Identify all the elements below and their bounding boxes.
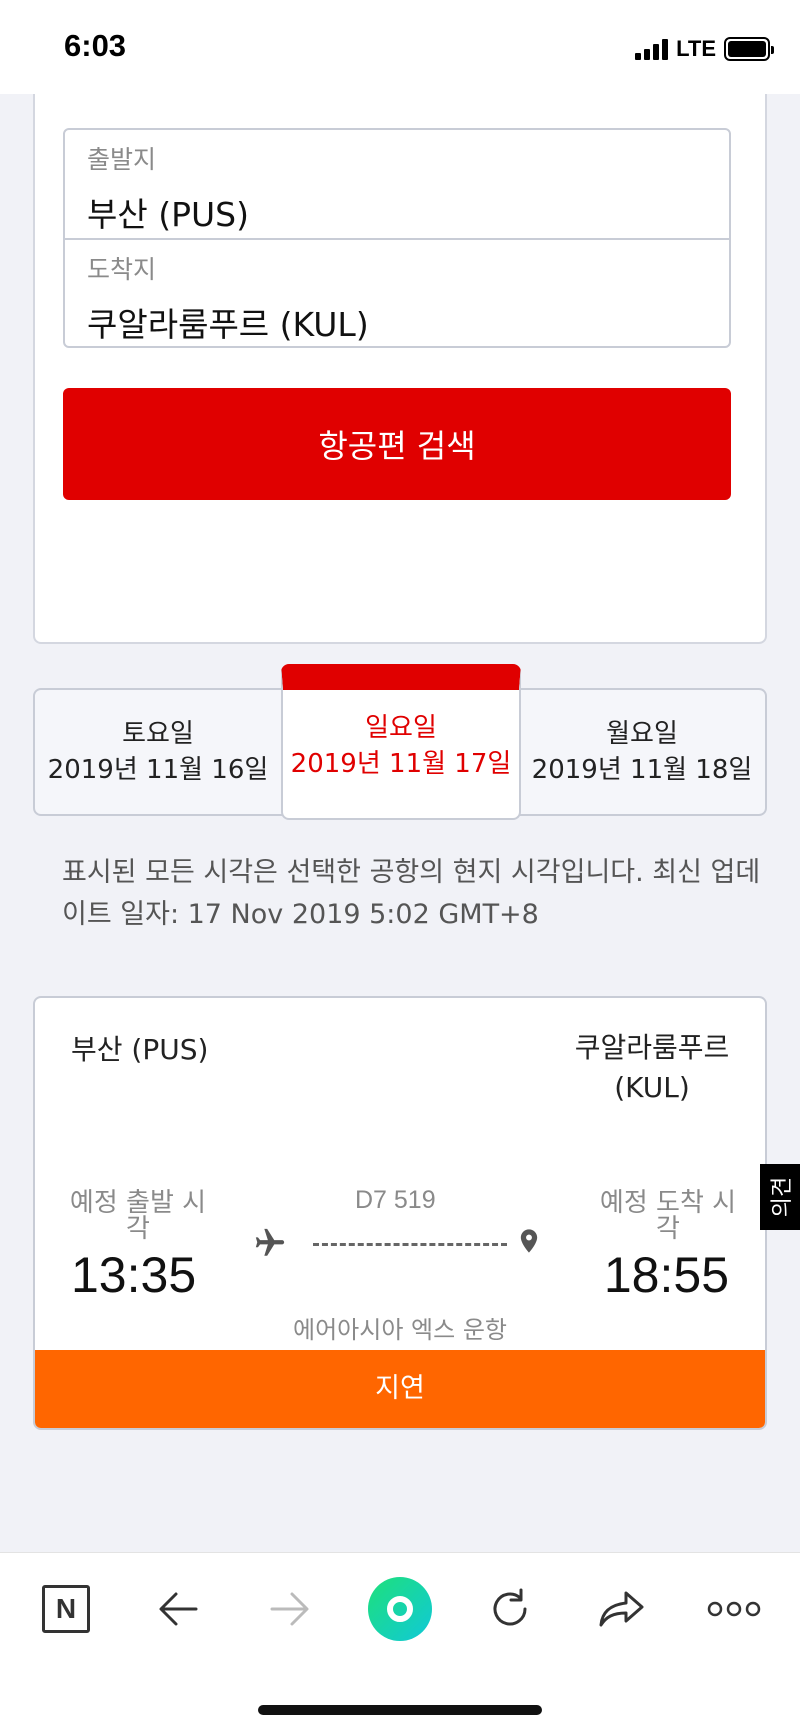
flight-number: D7 519 xyxy=(355,1186,436,1214)
destination-label: 도착지 xyxy=(87,255,157,284)
date-tabs: 토요일 2019년 11월 16일 일요일 2019년 11월 17일 월요일 … xyxy=(33,664,767,820)
share-icon xyxy=(599,1591,644,1627)
date-tab-sunday[interactable]: 일요일 2019년 11월 17일 xyxy=(281,664,521,820)
arrival-time: 18:55 xyxy=(603,1247,729,1303)
destination-value: 쿠알라룸푸르 (KUL) xyxy=(87,305,369,344)
forward-arrow-icon xyxy=(270,1592,309,1626)
flight-destination: 쿠알라룸푸르 (KUL) xyxy=(574,1031,730,1104)
date-tab-day: 일요일 xyxy=(365,713,437,743)
forward-button[interactable] xyxy=(250,1573,330,1645)
search-card: 출발지 부산 (PUS) 도착지 쿠알라룸푸르 (KUL) 항공편 검색 xyxy=(33,94,767,644)
naver-icon: N xyxy=(42,1585,90,1633)
arrival-label: 예정 도착 시각 xyxy=(599,1188,737,1244)
date-tab-monday[interactable]: 월요일 2019년 11월 18일 xyxy=(519,690,765,814)
flight-card[interactable]: 부산 (PUS) 쿠알라룸푸르 (KUL) 예정 출발 시각 예정 도착 시각 … xyxy=(33,996,767,1430)
feedback-tab[interactable]: 의견 xyxy=(760,1164,800,1230)
origin-label: 출발지 xyxy=(87,145,157,174)
route-dashes xyxy=(313,1243,507,1246)
destination-field[interactable]: 도착지 쿠알라룸푸르 (KUL) xyxy=(65,238,729,346)
departure-time: 13:35 xyxy=(71,1247,197,1303)
airplane-icon xyxy=(255,1228,285,1256)
local-time-notice: 표시된 모든 시각은 선택한 공항의 현지 시각입니다. 최신 업데이트 일자:… xyxy=(62,857,761,930)
flight-status: 지연 xyxy=(35,1350,765,1428)
date-tab-day: 월요일 xyxy=(606,719,678,749)
operator-text: 에어아시아 엑스 운항 xyxy=(293,1316,507,1344)
share-button[interactable] xyxy=(582,1573,662,1645)
more-icon xyxy=(707,1601,761,1617)
departure-label: 예정 출발 시각 xyxy=(69,1188,207,1244)
origin-value: 부산 (PUS) xyxy=(87,195,249,234)
home-indicator[interactable] xyxy=(258,1705,542,1715)
date-tab-day: 토요일 xyxy=(122,719,194,749)
back-arrow-icon xyxy=(159,1592,198,1626)
green-dot-icon xyxy=(368,1577,432,1641)
route-input-group: 출발지 부산 (PUS) 도착지 쿠알라룸푸르 (KUL) xyxy=(63,128,731,348)
more-button[interactable] xyxy=(694,1573,774,1645)
naver-home-button[interactable]: N xyxy=(26,1573,106,1645)
refresh-button[interactable] xyxy=(470,1573,550,1645)
back-button[interactable] xyxy=(138,1573,218,1645)
naver-letter: N xyxy=(55,1593,77,1624)
status-bar: 6:03 LTE xyxy=(0,0,800,94)
origin-field[interactable]: 출발지 부산 (PUS) xyxy=(65,130,729,238)
signal-icon xyxy=(635,38,669,60)
status-indicators: LTE xyxy=(635,36,774,62)
status-time: 6:03 xyxy=(64,28,127,63)
date-tab-saturday[interactable]: 토요일 2019년 11월 16일 xyxy=(35,690,281,814)
green-dot-button[interactable] xyxy=(360,1573,440,1645)
date-tab-date: 2019년 11월 16일 xyxy=(47,755,269,785)
battery-icon xyxy=(724,37,774,61)
refresh-icon xyxy=(493,1588,527,1626)
search-flights-button[interactable]: 항공편 검색 xyxy=(63,388,731,500)
date-tab-date: 2019년 11월 18일 xyxy=(531,755,753,785)
network-type: LTE xyxy=(676,36,716,61)
location-pin-icon xyxy=(520,1229,538,1253)
feedback-label: 의견 xyxy=(770,1176,796,1218)
route-line xyxy=(253,1222,543,1266)
flight-origin: 부산 (PUS) xyxy=(71,1033,209,1066)
date-tab-date: 2019년 11월 17일 xyxy=(290,749,512,779)
browser-toolbar: N xyxy=(0,1552,800,1732)
